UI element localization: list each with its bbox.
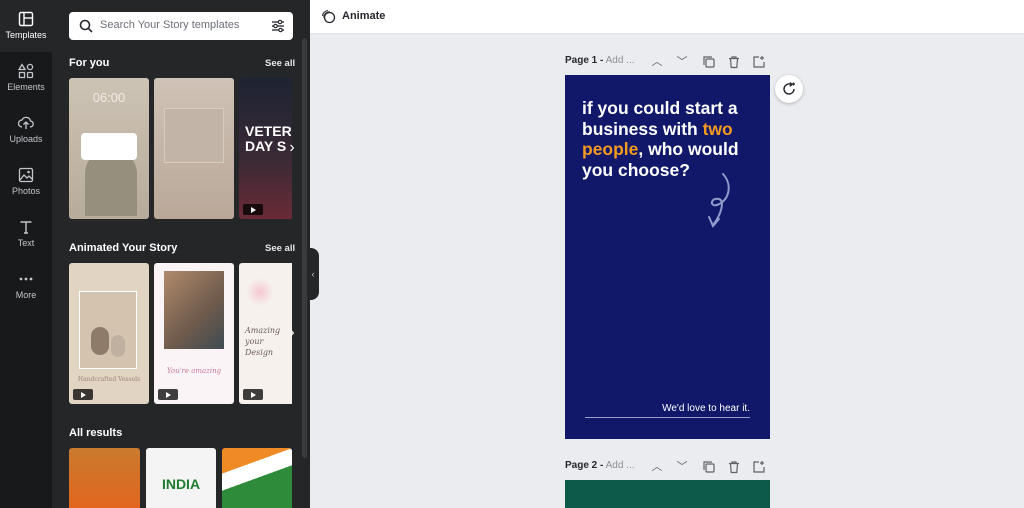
search-placeholder: Search Your Story templates [100,19,240,31]
rail-label: Templates [5,30,47,40]
chevron-right-icon[interactable]: › [282,138,302,158]
rail-label: Elements [7,82,45,92]
template-thumb[interactable] [154,78,234,219]
section-title-all-results: All results [69,427,123,439]
refresh-button[interactable] [775,75,803,103]
rail-templates[interactable]: Templates [0,0,52,52]
thumb-vase [91,327,109,355]
rail-label: Photos [11,186,41,196]
animate-icon[interactable] [321,9,336,24]
add-page-icon[interactable] [752,460,766,474]
section-title-animated: Animated Your Story [69,242,178,254]
editor-topbar: Animate [310,0,1024,34]
template-thumb[interactable]: Handcrafted Vessels [69,263,149,404]
add-page-icon[interactable] [752,55,766,69]
design-page-1[interactable]: if you could start a business with two p… [565,75,770,439]
uploads-icon [18,116,34,129]
rail-more[interactable]: More [0,260,52,312]
design-page-2[interactable] [565,480,770,508]
play-icon [243,389,263,400]
thumb-caption: Handcrafted Vessels [77,376,141,383]
collapse-panel-button[interactable]: ‹ [307,248,319,300]
search-icon [79,19,93,33]
duplicate-page-icon[interactable] [702,55,716,69]
swirl-arrow-icon[interactable] [703,171,735,231]
play-icon [243,204,263,215]
rail-text[interactable]: Text [0,208,52,260]
thumb-card [81,133,137,160]
rail-uploads[interactable]: Uploads [0,104,52,156]
page-header: Page 2 - Add ... ︿ ﹀ [565,460,770,478]
chevron-up-icon[interactable]: ︿ [650,55,664,69]
rail-photos[interactable]: Photos [0,156,52,208]
templates-icon [18,11,34,27]
templates-panel: Search Your Story templates For you See … [52,0,310,508]
duplicate-page-icon[interactable] [702,460,716,474]
template-thumb[interactable]: You're amazing [154,263,234,404]
text-icon [20,221,32,234]
thumb-flowers [247,277,273,307]
page-label: Page 2 - [565,460,604,471]
chevron-down-icon[interactable]: ﹀ [675,55,689,69]
delete-page-icon[interactable] [727,55,741,69]
page-label: Page 1 - [565,55,604,66]
filter-icon[interactable] [271,19,285,33]
rail-elements[interactable]: Elements [0,52,52,104]
footer-divider [585,417,750,418]
rail-label: More [15,290,37,300]
template-thumb[interactable]: 06:00 [69,78,149,219]
template-thumb[interactable] [69,448,140,508]
more-icon [19,277,33,281]
play-icon [73,389,93,400]
chevron-up-icon[interactable]: ︿ [650,460,664,474]
thumb-clock: 06:00 [92,90,126,105]
design-headline[interactable]: if you could start a business with two p… [582,98,762,180]
template-thumb[interactable]: INDIA [146,448,216,508]
rail-label: Text [17,238,35,248]
rail-label: Uploads [9,134,43,144]
refresh-icon [783,82,795,95]
photos-icon [18,167,34,183]
animate-button[interactable]: Animate [342,10,385,22]
see-all-animated-link[interactable]: See all [265,243,295,254]
see-all-for-you-link[interactable]: See all [265,58,295,69]
design-footer-text[interactable]: We'd love to hear it. [662,403,750,414]
thumb-frame [79,291,137,369]
chevron-down-icon[interactable]: ﹀ [675,460,689,474]
play-icon [158,389,178,400]
add-page-title-input[interactable]: Add ... [606,55,635,66]
page-header: Page 1 - Add ... ︿ ﹀ [565,55,770,73]
side-rail: Templates Elements Uploads Photos Text M… [0,0,52,508]
delete-page-icon[interactable] [727,460,741,474]
thumb-vase [111,335,125,357]
thumb-card [164,108,224,163]
thumb-photo [164,271,224,349]
add-page-title-input[interactable]: Add ... [606,460,635,471]
template-thumb[interactable] [222,448,292,508]
thumb-caption: You're amazing [166,367,222,375]
search-input[interactable]: Search Your Story templates [69,12,293,40]
elements-icon [18,63,34,79]
section-title-for-you: For you [69,57,110,69]
chevron-right-icon[interactable]: › [282,323,302,343]
thumb-india-text: INDIA [161,476,201,492]
